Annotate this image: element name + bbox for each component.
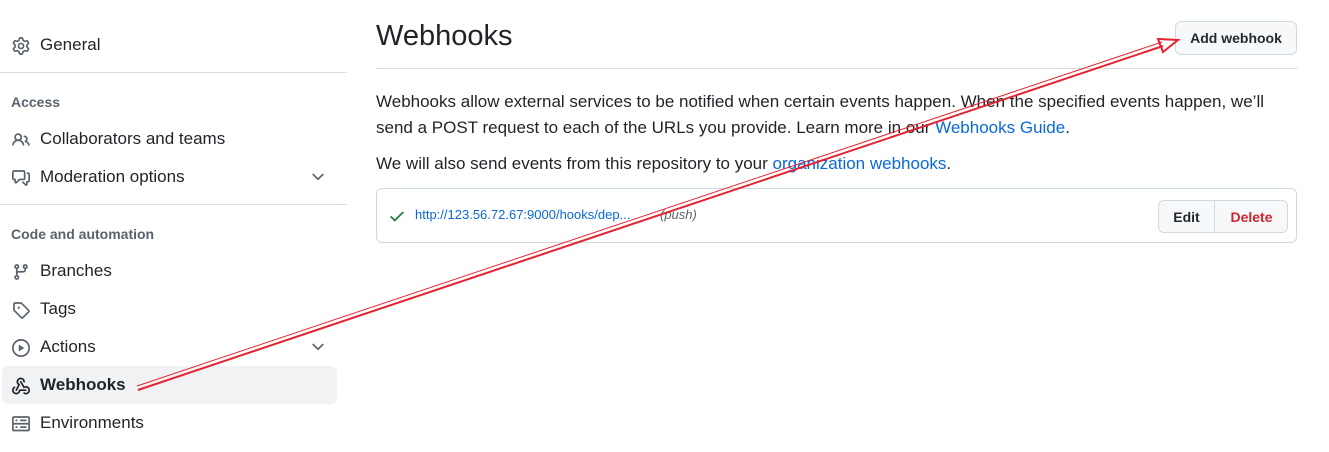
sidebar-item-label: Collaborators and teams [40, 129, 226, 148]
header-divider [376, 68, 1297, 69]
sidebar-item-label: Webhooks [40, 375, 126, 394]
description-text-end: . [1065, 118, 1070, 137]
sidebar-group-access: Access [11, 94, 61, 110]
git-branch-icon [11, 262, 31, 282]
sidebar-item-branches[interactable]: Branches [2, 252, 337, 290]
chevron-down-icon[interactable] [309, 338, 327, 356]
webhook-actions: Edit Delete [1158, 200, 1288, 233]
tag-icon [11, 300, 31, 320]
sidebar-item-general[interactable]: General [2, 26, 337, 64]
page-title: Webhooks [376, 20, 513, 52]
people-icon [11, 130, 31, 150]
add-webhook-button[interactable]: Add webhook [1175, 21, 1297, 55]
sidebar-item-label: Moderation options [40, 167, 185, 186]
sidebar-group-code-automation: Code and automation [11, 226, 155, 242]
webhook-list-item: http://123.56.72.67:9000/hooks/dep... (p… [376, 188, 1297, 243]
webhooks-description: Webhooks allow external services to be n… [376, 89, 1296, 141]
server-icon [11, 414, 31, 434]
sidebar-item-label: General [40, 35, 101, 54]
sidebar-item-label: Branches [40, 261, 112, 280]
org-webhooks-note: We will also send events from this repos… [376, 151, 1296, 177]
settings-sidebar: General Access Collaborators and teams M… [0, 0, 347, 452]
sidebar-divider [0, 72, 347, 73]
sidebar-divider [0, 204, 347, 205]
sidebar-item-label: Actions [40, 337, 96, 356]
edit-webhook-button[interactable]: Edit [1159, 201, 1215, 232]
delete-webhook-button[interactable]: Delete [1215, 201, 1287, 232]
webhook-url-link[interactable]: http://123.56.72.67:9000/hooks/dep... [415, 207, 630, 222]
play-icon [11, 338, 31, 358]
sidebar-item-label: Environments [40, 413, 144, 432]
webhooks-guide-link[interactable]: Webhooks Guide [935, 118, 1065, 137]
chevron-down-icon[interactable] [309, 168, 327, 186]
org-note-text-end: . [946, 154, 952, 173]
comment-discussion-icon [11, 168, 31, 188]
sidebar-item-collaborators[interactable]: Collaborators and teams [2, 120, 337, 158]
check-icon [388, 207, 406, 225]
sidebar-item-tags[interactable]: Tags [2, 290, 337, 328]
sidebar-item-actions[interactable]: Actions [2, 328, 337, 366]
webhook-events: (push) [660, 207, 697, 222]
sidebar-item-environments[interactable]: Environments [2, 404, 337, 442]
webhook-icon [11, 376, 31, 396]
org-note-text: We will also send events from this repos… [376, 154, 773, 173]
sidebar-item-webhooks[interactable]: Webhooks [2, 366, 337, 404]
organization-webhooks-link[interactable]: organization webhooks [773, 154, 947, 173]
sidebar-item-label: Tags [40, 299, 76, 318]
sidebar-item-moderation[interactable]: Moderation options [2, 158, 337, 196]
gear-icon [11, 36, 31, 56]
description-text: Webhooks allow external services to be n… [376, 92, 1264, 137]
